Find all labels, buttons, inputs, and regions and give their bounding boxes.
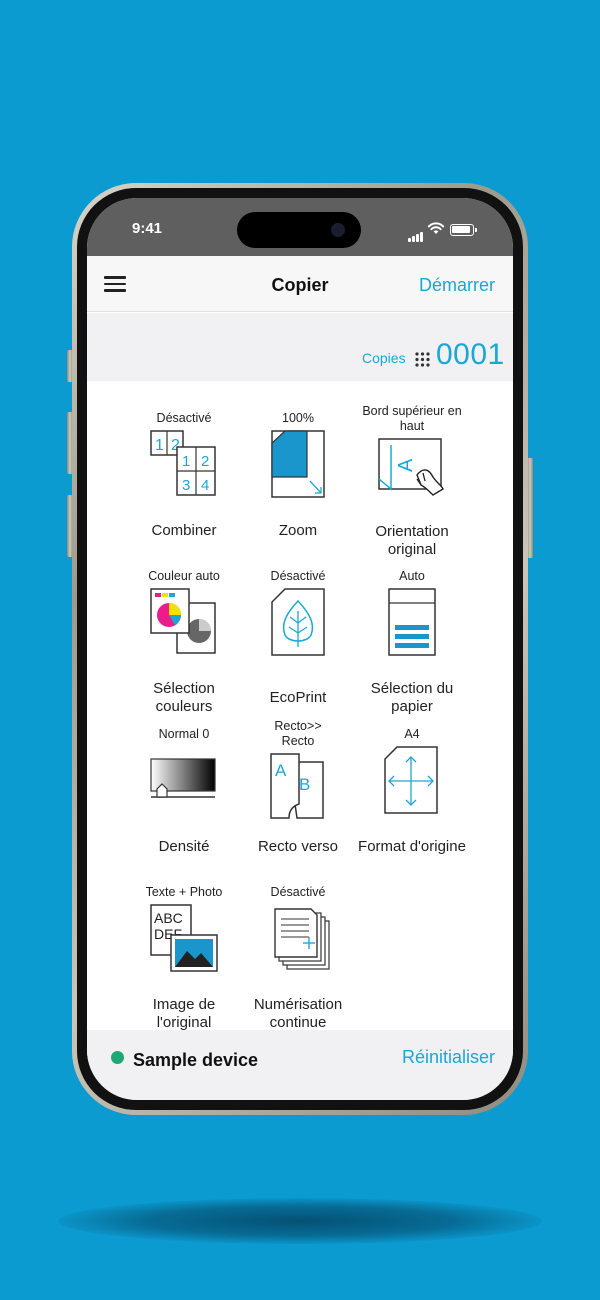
device-name[interactable]: Sample device: [133, 1050, 258, 1071]
status-bar: 9:41: [87, 198, 513, 256]
function-zoom[interactable]: 100% Zoom: [239, 411, 357, 551]
paper-label: Sélection du papier: [370, 680, 454, 715]
original-size-value: A4: [404, 727, 420, 741]
duplex-value: Recto>> Recto: [274, 719, 322, 748]
zoom-icon: [271, 430, 325, 498]
signal-icon: [408, 224, 424, 242]
svg-text:ABC: ABC: [154, 910, 183, 926]
color-value: Couleur auto: [148, 569, 220, 583]
copies-count[interactable]: 0001: [436, 338, 505, 372]
copies-bar: Copies 0001: [87, 313, 513, 381]
svg-text:A: A: [395, 458, 417, 472]
svg-text:1: 1: [182, 453, 190, 470]
combine-value: Désactivé: [156, 411, 212, 425]
zoom-value: 100%: [282, 411, 314, 425]
continuous-scan-label: Numérisation continue: [253, 996, 343, 1031]
paper-value: Auto: [399, 569, 425, 583]
device-footer: Sample device Réinitialiser: [87, 1030, 513, 1100]
original-size-icon: [384, 746, 438, 814]
original-size-label: Format d'origine: [358, 838, 466, 855]
original-image-icon: ABC DEF: [150, 904, 218, 972]
combine-pages-icon: 1 2 1 2 3 4: [150, 430, 216, 496]
function-duplex[interactable]: Recto>> Recto A B Recto verso: [239, 719, 357, 869]
orientation-value: Bord supérieur en haut: [362, 404, 462, 433]
zoom-label: Zoom: [278, 522, 318, 539]
image-quality-label: Image de l'original: [152, 996, 216, 1031]
navigation-bar: Copier Démarrer: [87, 256, 513, 312]
svg-text:B: B: [299, 775, 310, 794]
keypad-icon[interactable]: [415, 352, 430, 367]
function-original-size[interactable]: A4 Format d'origine: [353, 727, 471, 867]
svg-text:2: 2: [201, 453, 209, 470]
function-image-quality[interactable]: Texte + Photo ABC DEF Image de l'origina…: [125, 885, 243, 1031]
function-ecoprint[interactable]: Désactivé EcoPrint: [239, 569, 357, 709]
ecoprint-leaf-icon: [271, 588, 325, 656]
ecoprint-label: EcoPrint: [269, 689, 327, 706]
duplex-icon: A B: [270, 753, 324, 819]
density-slider-icon: [150, 758, 216, 798]
svg-text:4: 4: [201, 477, 209, 494]
paper-tray-icon: [388, 588, 436, 656]
orientation-label: Orientation original: [375, 523, 449, 558]
function-continuous-scan[interactable]: Désactivé Numérisation continue: [239, 885, 357, 1031]
svg-text:1: 1: [155, 437, 164, 454]
battery-icon: [450, 224, 477, 236]
image-quality-value: Texte + Photo: [145, 885, 223, 899]
app-screen: 9:41 Copier Démarrer Copies 0001 Désacti…: [87, 198, 513, 1100]
function-density[interactable]: Normal 0 Densité: [125, 727, 243, 867]
color-label: Sélection couleurs: [153, 680, 215, 715]
svg-text:3: 3: [182, 477, 190, 494]
reset-button[interactable]: Réinitialiser: [402, 1047, 495, 1068]
device-status-icon: [111, 1051, 124, 1064]
phone-shadow: [58, 1198, 542, 1244]
color-selection-icon: [150, 588, 216, 654]
combine-label: Combiner: [151, 522, 217, 539]
copies-label: Copies: [362, 350, 406, 366]
continuous-scan-value: Désactivé: [270, 885, 326, 899]
phone-bezel: 9:41 Copier Démarrer Copies 0001 Désacti…: [77, 188, 523, 1110]
function-paper[interactable]: Auto Sélection du papier: [353, 569, 471, 715]
function-color[interactable]: Couleur auto Sélection couleurs: [125, 569, 243, 715]
start-button[interactable]: Démarrer: [419, 275, 495, 296]
camera-icon: [331, 223, 345, 237]
original-orientation-icon: A: [378, 438, 444, 496]
wifi-icon: [427, 222, 445, 234]
function-combine[interactable]: Désactivé 1 2 1 2 3 4 Combiner: [125, 411, 243, 551]
duplex-label: Recto verso: [257, 838, 339, 855]
dynamic-island: [237, 212, 361, 248]
svg-text:A: A: [275, 761, 287, 780]
phone-frame: 9:41 Copier Démarrer Copies 0001 Désacti…: [72, 183, 528, 1115]
density-label: Densité: [158, 838, 210, 855]
status-time: 9:41: [132, 220, 163, 237]
ecoprint-value: Désactivé: [270, 569, 326, 583]
function-orientation[interactable]: Bord supérieur en haut A Orientation ori…: [353, 404, 471, 558]
density-value: Normal 0: [158, 727, 210, 741]
continuous-scan-icon: [274, 908, 330, 970]
